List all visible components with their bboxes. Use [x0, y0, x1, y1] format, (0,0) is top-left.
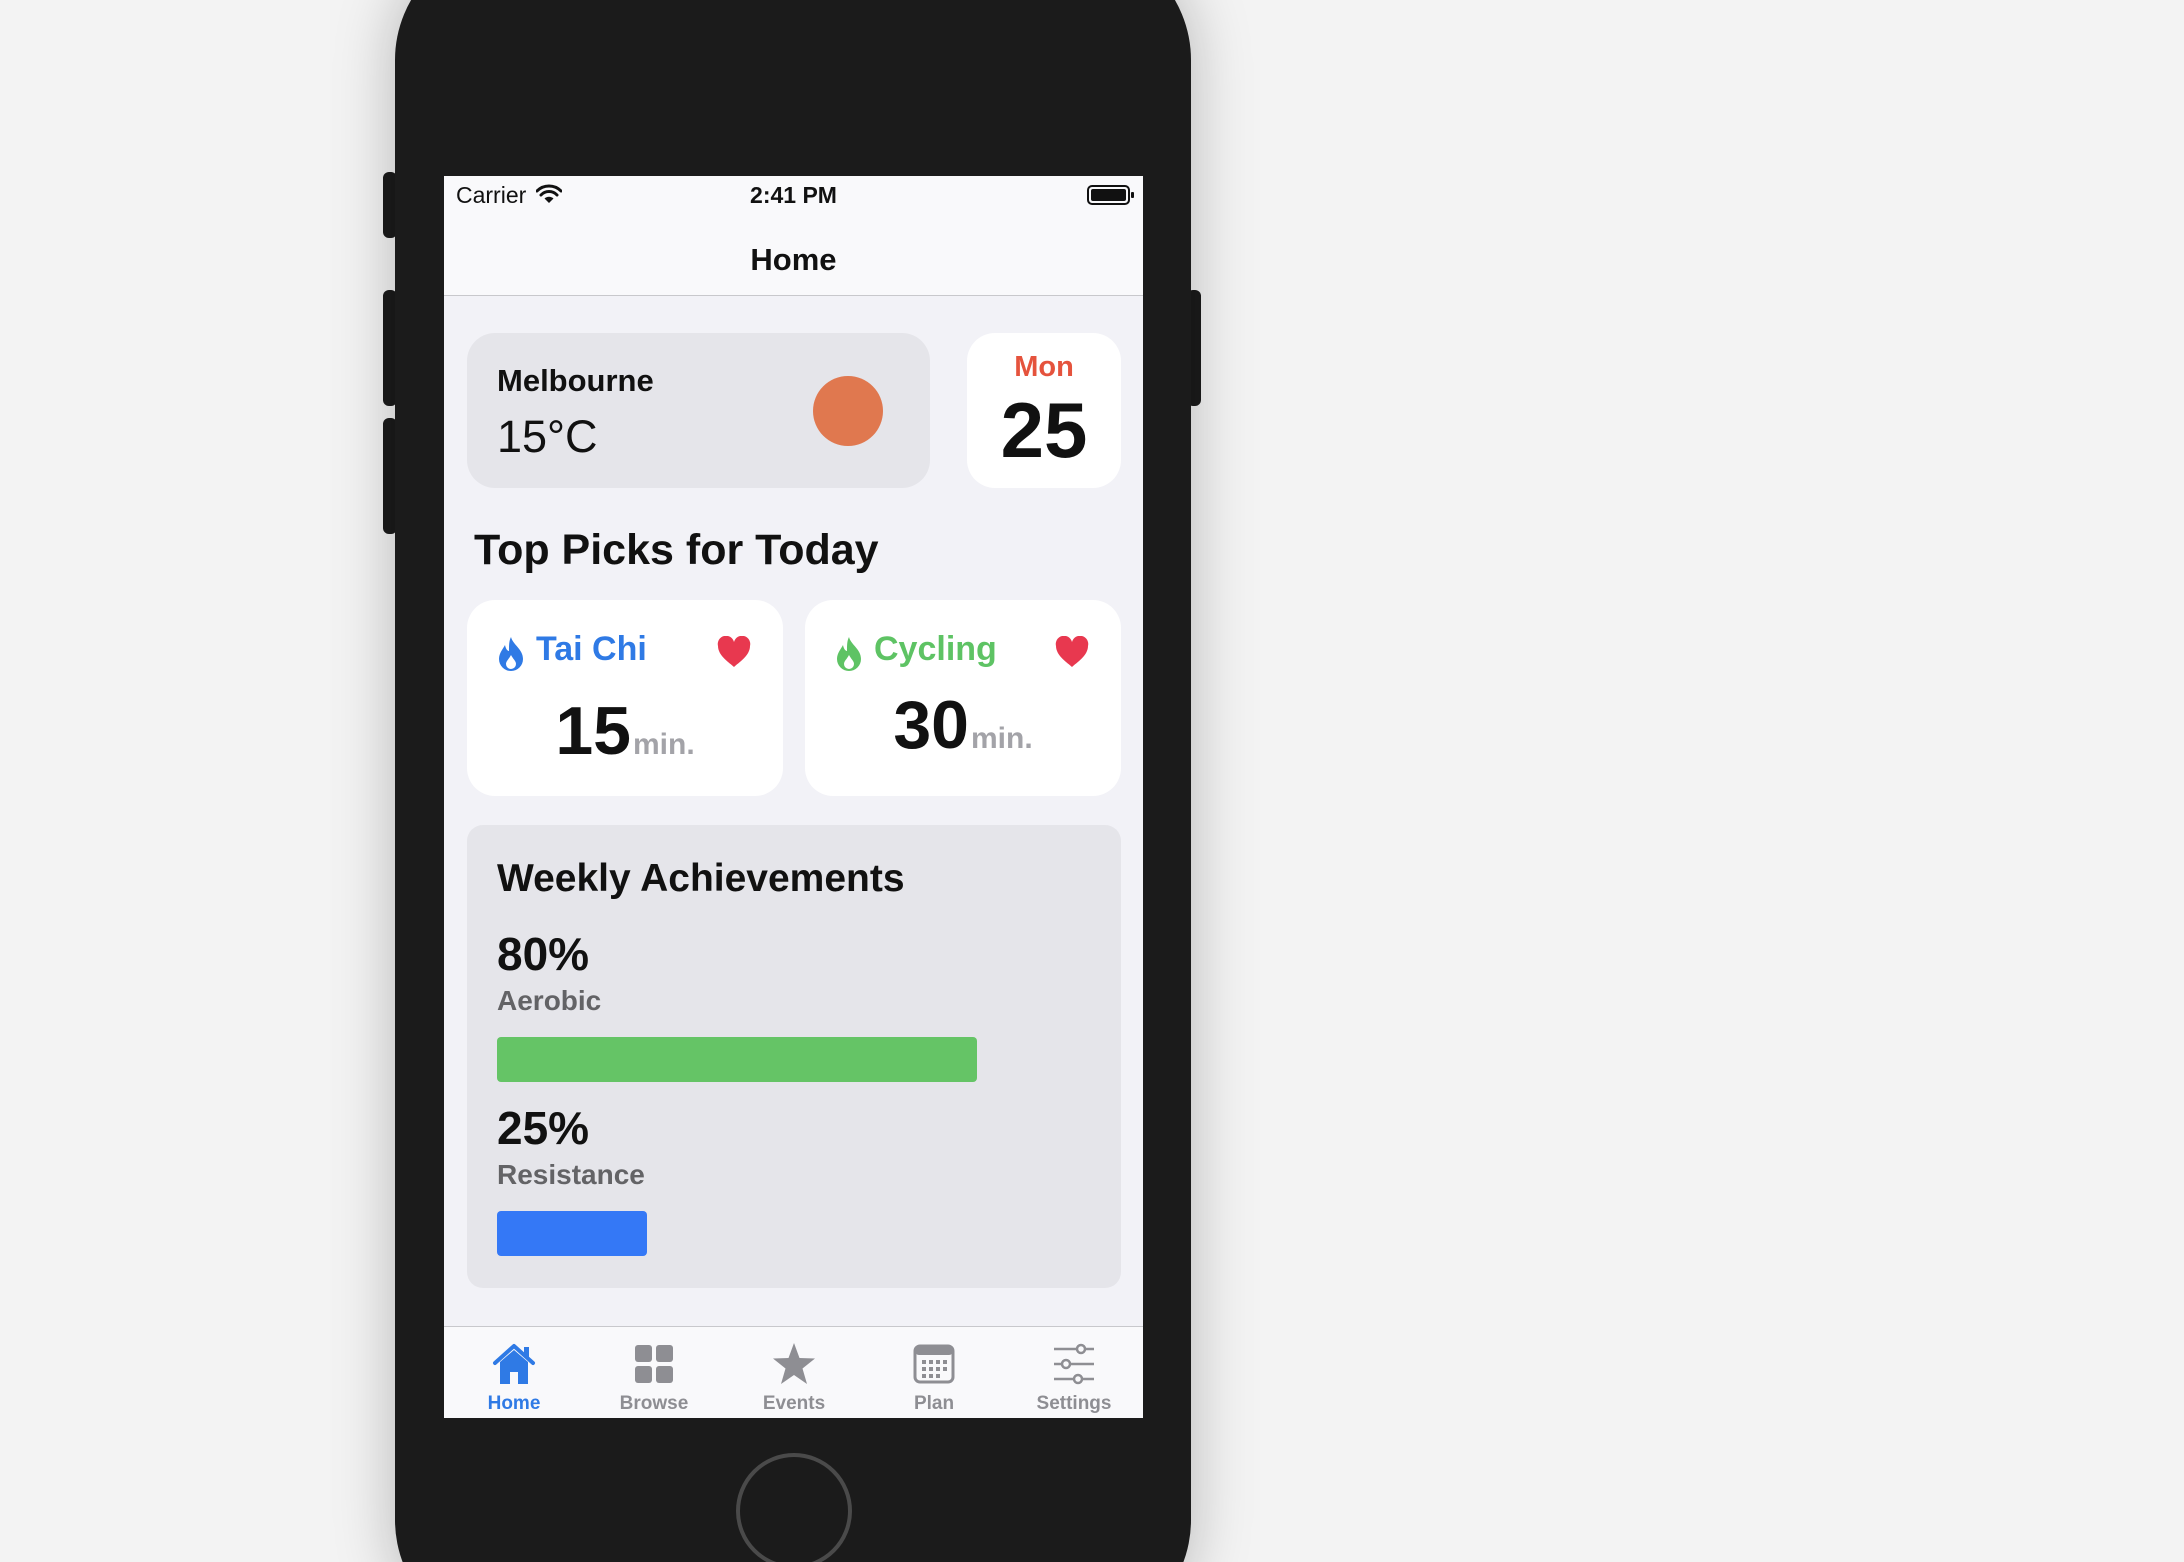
- tab-browse[interactable]: Browse: [584, 1327, 724, 1418]
- pick-duration: 15min.: [467, 692, 783, 770]
- page-title: Home: [750, 242, 837, 277]
- grid-icon: [631, 1341, 677, 1392]
- achievement-percent-resistance: 25%: [497, 1102, 590, 1154]
- top-picks-title: Top Picks for Today: [474, 526, 879, 574]
- calendar-icon: [911, 1341, 957, 1392]
- achievement-percent-aerobic: 80%: [497, 928, 590, 980]
- weekly-achievements-card: Weekly Achievements 80% Aerobic 25% Resi…: [467, 825, 1121, 1288]
- tab-label: Plan: [913, 1393, 955, 1414]
- progress-bar-aerobic: [497, 1037, 977, 1082]
- flame-icon: [497, 635, 525, 676]
- tab-plan[interactable]: Plan: [864, 1327, 1004, 1418]
- achievement-label-aerobic: Aerobic: [497, 985, 602, 1016]
- pick-minutes: 30: [893, 687, 969, 763]
- status-bar: Carrier 2:41 PM: [444, 176, 1143, 226]
- tab-label: Settings: [1036, 1393, 1112, 1414]
- status-time: 2:41 PM: [750, 182, 837, 208]
- tab-events[interactable]: Events: [724, 1327, 864, 1418]
- flame-icon: [835, 635, 863, 676]
- pick-card-cycling[interactable]: Cycling 30min.: [805, 600, 1121, 796]
- sliders-icon: [1051, 1341, 1097, 1392]
- achievement-track-resistance: [497, 1211, 1097, 1256]
- sun-icon: [813, 376, 883, 446]
- achievements-title: Weekly Achievements: [497, 857, 905, 900]
- pick-name: Cycling: [874, 630, 997, 668]
- date-card[interactable]: Mon 25: [967, 333, 1121, 488]
- tab-label: Events: [762, 1393, 826, 1414]
- phone-screen: Carrier 2:41 PM Home Melbourne 15°C Mon …: [444, 176, 1143, 1418]
- tab-label: Home: [487, 1393, 541, 1414]
- pick-duration: 30min.: [805, 686, 1121, 764]
- star-icon: [771, 1341, 817, 1392]
- achievement-track-aerobic: [497, 1037, 1097, 1082]
- progress-bar-resistance: [497, 1211, 647, 1256]
- navigation-bar: Home: [444, 226, 1143, 296]
- heart-icon[interactable]: [1054, 635, 1090, 673]
- date-number: 25: [1000, 386, 1088, 474]
- pick-name: Tai Chi: [536, 630, 647, 668]
- tab-settings[interactable]: Settings: [1004, 1327, 1143, 1418]
- weather-card[interactable]: Melbourne 15°C: [467, 333, 930, 488]
- achievement-label-resistance: Resistance: [497, 1159, 645, 1190]
- pick-unit: min.: [970, 722, 1033, 755]
- pick-minutes: 15: [555, 693, 631, 769]
- battery-icon: [1087, 184, 1135, 211]
- house-icon: [491, 1341, 537, 1392]
- date-weekday: Mon: [1014, 351, 1074, 383]
- home-button[interactable]: [736, 1453, 852, 1562]
- pick-unit: min.: [632, 728, 695, 761]
- tab-home[interactable]: Home: [444, 1327, 584, 1418]
- weather-temperature: 15°C: [497, 411, 598, 462]
- tab-label: Browse: [619, 1393, 689, 1414]
- pick-card-tai-chi[interactable]: Tai Chi 15min.: [467, 600, 783, 796]
- tab-bar: Home Browse Events Plan Settings: [444, 1326, 1143, 1418]
- weather-city: Melbourne: [497, 363, 654, 398]
- simulator-stage: Carrier 2:41 PM Home Melbourne 15°C Mon …: [0, 0, 2184, 1562]
- heart-icon[interactable]: [716, 635, 752, 673]
